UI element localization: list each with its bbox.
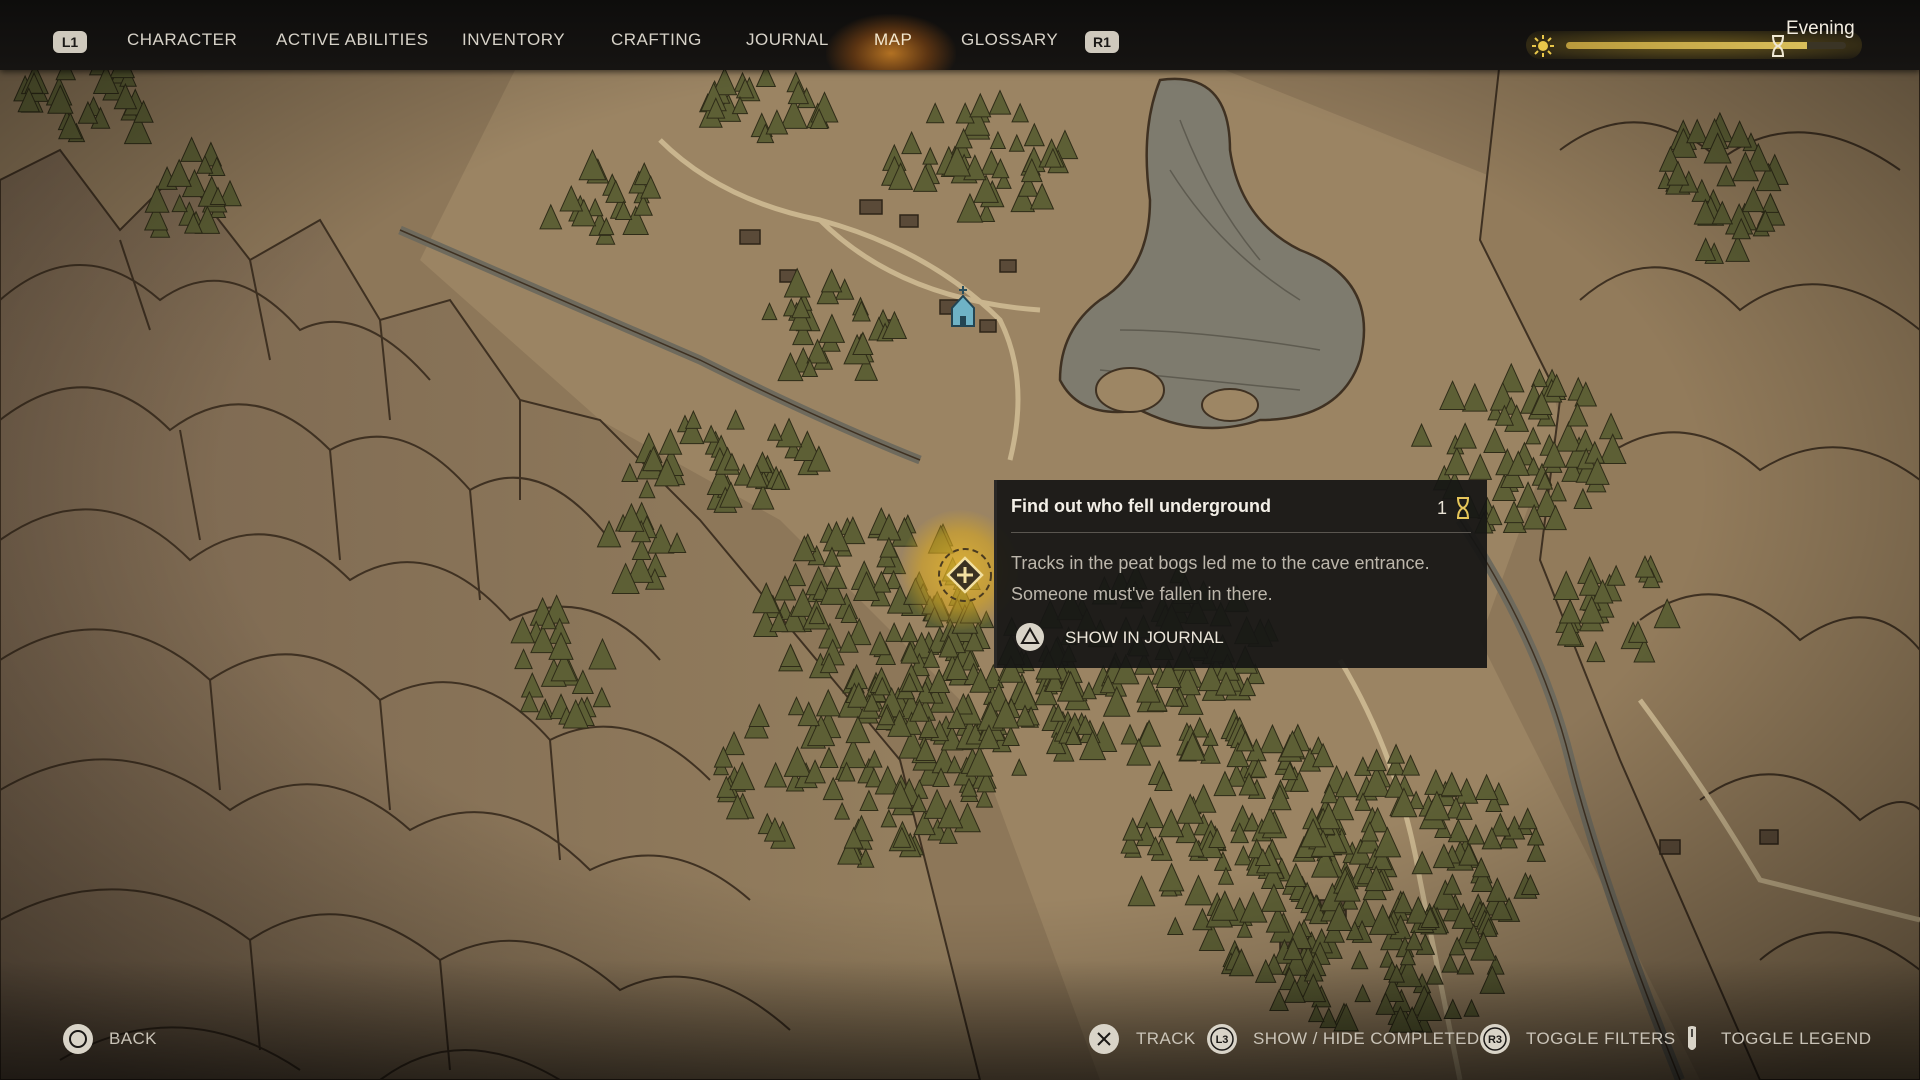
top-navigation-bar: L1 CHARACTER ACTIVE ABILITIES INVENTORY … (0, 0, 1920, 70)
triangle-button-icon[interactable] (1015, 622, 1045, 652)
tab-glossary[interactable]: GLOSSARY (961, 30, 1058, 50)
show-in-journal-button[interactable]: SHOW IN JOURNAL (1065, 628, 1224, 648)
quest-description: Tracks in the peat bogs led me to the ca… (1011, 553, 1430, 604)
show-hide-completed-button[interactable]: SHOW / HIDE COMPLETED (1253, 1029, 1480, 1049)
r3-button-icon[interactable]: R3 (1479, 1023, 1511, 1055)
hourglass-icon (1457, 497, 1469, 519)
tab-active-abilities[interactable]: ACTIVE ABILITIES (276, 30, 429, 50)
toggle-legend-button[interactable]: TOGGLE LEGEND (1721, 1029, 1871, 1049)
svg-text:L3: L3 (1216, 1034, 1229, 1046)
cross-button-icon[interactable] (1088, 1023, 1120, 1055)
svg-text:R3: R3 (1488, 1034, 1502, 1046)
l3-button-icon[interactable]: L3 (1206, 1023, 1238, 1055)
hourglass-icon (1772, 35, 1784, 57)
toggle-filters-button[interactable]: TOGGLE FILTERS (1526, 1029, 1676, 1049)
track-button[interactable]: TRACK (1136, 1029, 1196, 1049)
tab-map[interactable]: MAP (874, 30, 912, 50)
tab-inventory[interactable]: INVENTORY (462, 30, 565, 50)
quest-tooltip: Find out who fell underground 1 Tracks i… (994, 480, 1487, 668)
sun-icon (1532, 35, 1554, 57)
time-of-day-track (1566, 42, 1846, 49)
circle-button-icon[interactable] (62, 1023, 94, 1055)
time-of-day-label: Evening (1786, 18, 1855, 39)
tab-crafting[interactable]: CRAFTING (611, 30, 702, 50)
r1-button-icon[interactable]: R1 (1085, 31, 1119, 53)
tooltip-divider (1011, 532, 1471, 533)
bottom-hint-bar (0, 960, 1920, 1080)
tab-journal[interactable]: JOURNAL (746, 30, 829, 50)
quest-title: Find out who fell underground (1011, 496, 1271, 516)
l1-button-icon[interactable]: L1 (53, 31, 87, 53)
quest-count: 1 (1437, 498, 1448, 518)
touchpad-icon[interactable] (1676, 1023, 1708, 1055)
quest-marker-icon[interactable] (930, 540, 1000, 610)
tab-character[interactable]: CHARACTER (127, 30, 237, 50)
back-button[interactable]: BACK (109, 1029, 157, 1049)
